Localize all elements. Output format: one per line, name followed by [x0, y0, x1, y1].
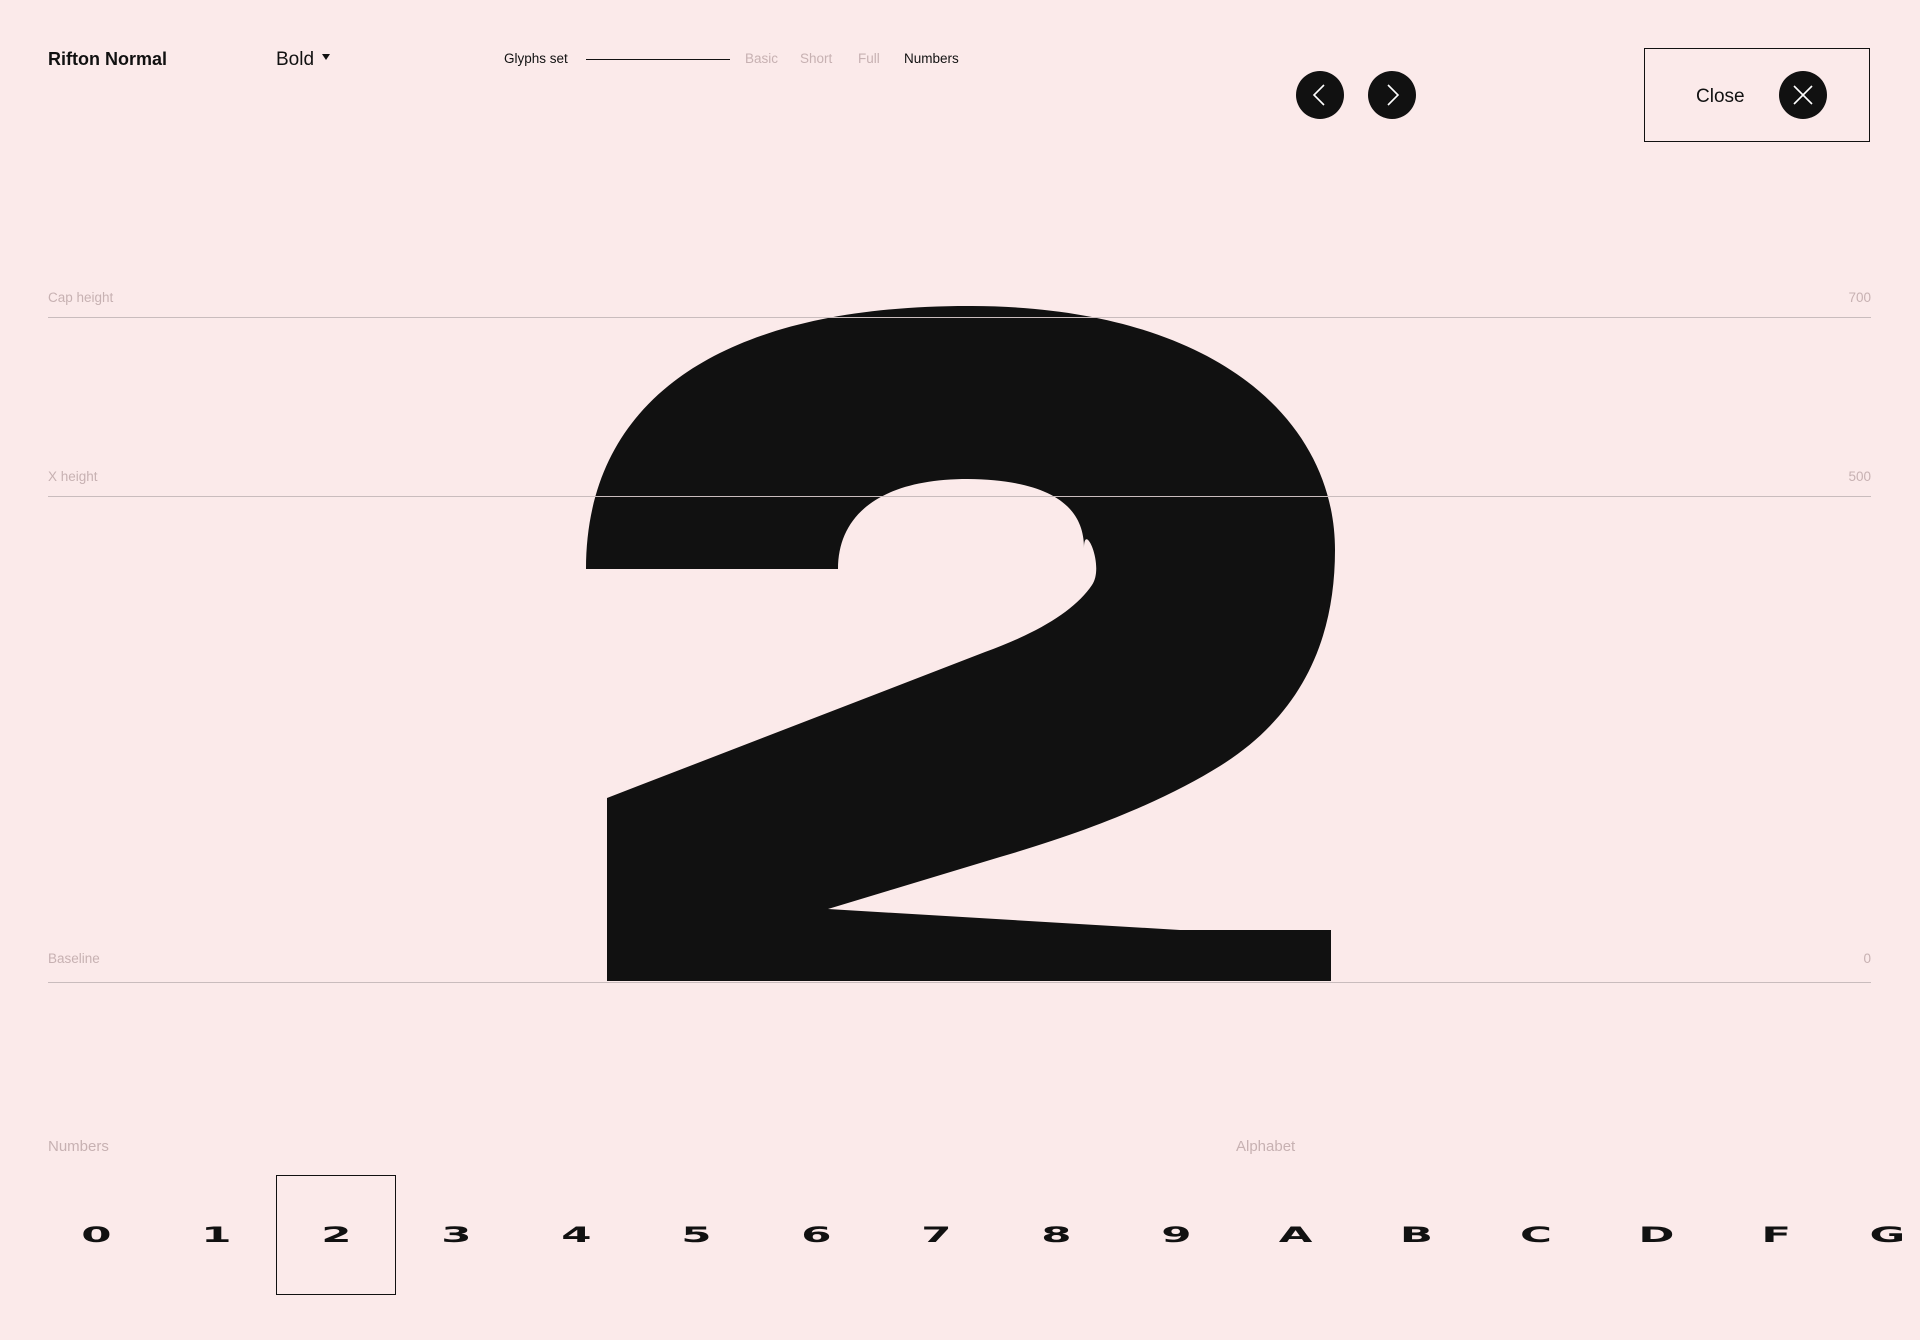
x-height-label: X height — [48, 469, 98, 484]
glyph-cell-F[interactable]: F — [1716, 1175, 1836, 1295]
glyph-cell-0[interactable]: 0 — [36, 1175, 156, 1295]
baseline-label: Baseline — [48, 951, 100, 966]
cap-height-label: Cap height — [48, 290, 114, 305]
glyph-cell-8[interactable]: 8 — [996, 1175, 1116, 1295]
glyph-cell-A[interactable]: A — [1236, 1175, 1356, 1295]
cap-height-line — [48, 317, 1871, 318]
glyph-preview — [586, 305, 1335, 981]
alphabet-section-label: Alphabet — [1236, 1138, 1296, 1155]
glyph-cell-6[interactable]: 6 — [756, 1175, 876, 1295]
glyph-cell-9[interactable]: 9 — [1116, 1175, 1236, 1295]
glyph-cell-4[interactable]: 4 — [516, 1175, 636, 1295]
glyph-strip: 0 1 2 3 4 5 6 7 8 9 A B C D F G — [36, 1175, 1906, 1295]
glyph-cell-5[interactable]: 5 — [636, 1175, 756, 1295]
glyph-cell-G[interactable]: G — [1836, 1175, 1906, 1295]
glyph-cell-3[interactable]: 3 — [396, 1175, 516, 1295]
glyph-cell-C[interactable]: C — [1476, 1175, 1596, 1295]
glyph-2-outline — [586, 305, 1335, 981]
numbers-section-label: Numbers — [48, 1138, 109, 1155]
glyph-cell-2-selected[interactable]: 2 — [276, 1175, 396, 1295]
x-height-line — [48, 496, 1871, 497]
glyph-cell-7[interactable]: 7 — [876, 1175, 996, 1295]
cap-height-value: 700 — [1848, 290, 1871, 305]
glyph-cell-1[interactable]: 1 — [156, 1175, 276, 1295]
baseline-line — [48, 982, 1871, 983]
glyph-cell-D[interactable]: D — [1596, 1175, 1716, 1295]
glyph-cell-B[interactable]: B — [1356, 1175, 1476, 1295]
x-height-value: 500 — [1848, 469, 1871, 484]
baseline-value: 0 — [1863, 951, 1871, 966]
